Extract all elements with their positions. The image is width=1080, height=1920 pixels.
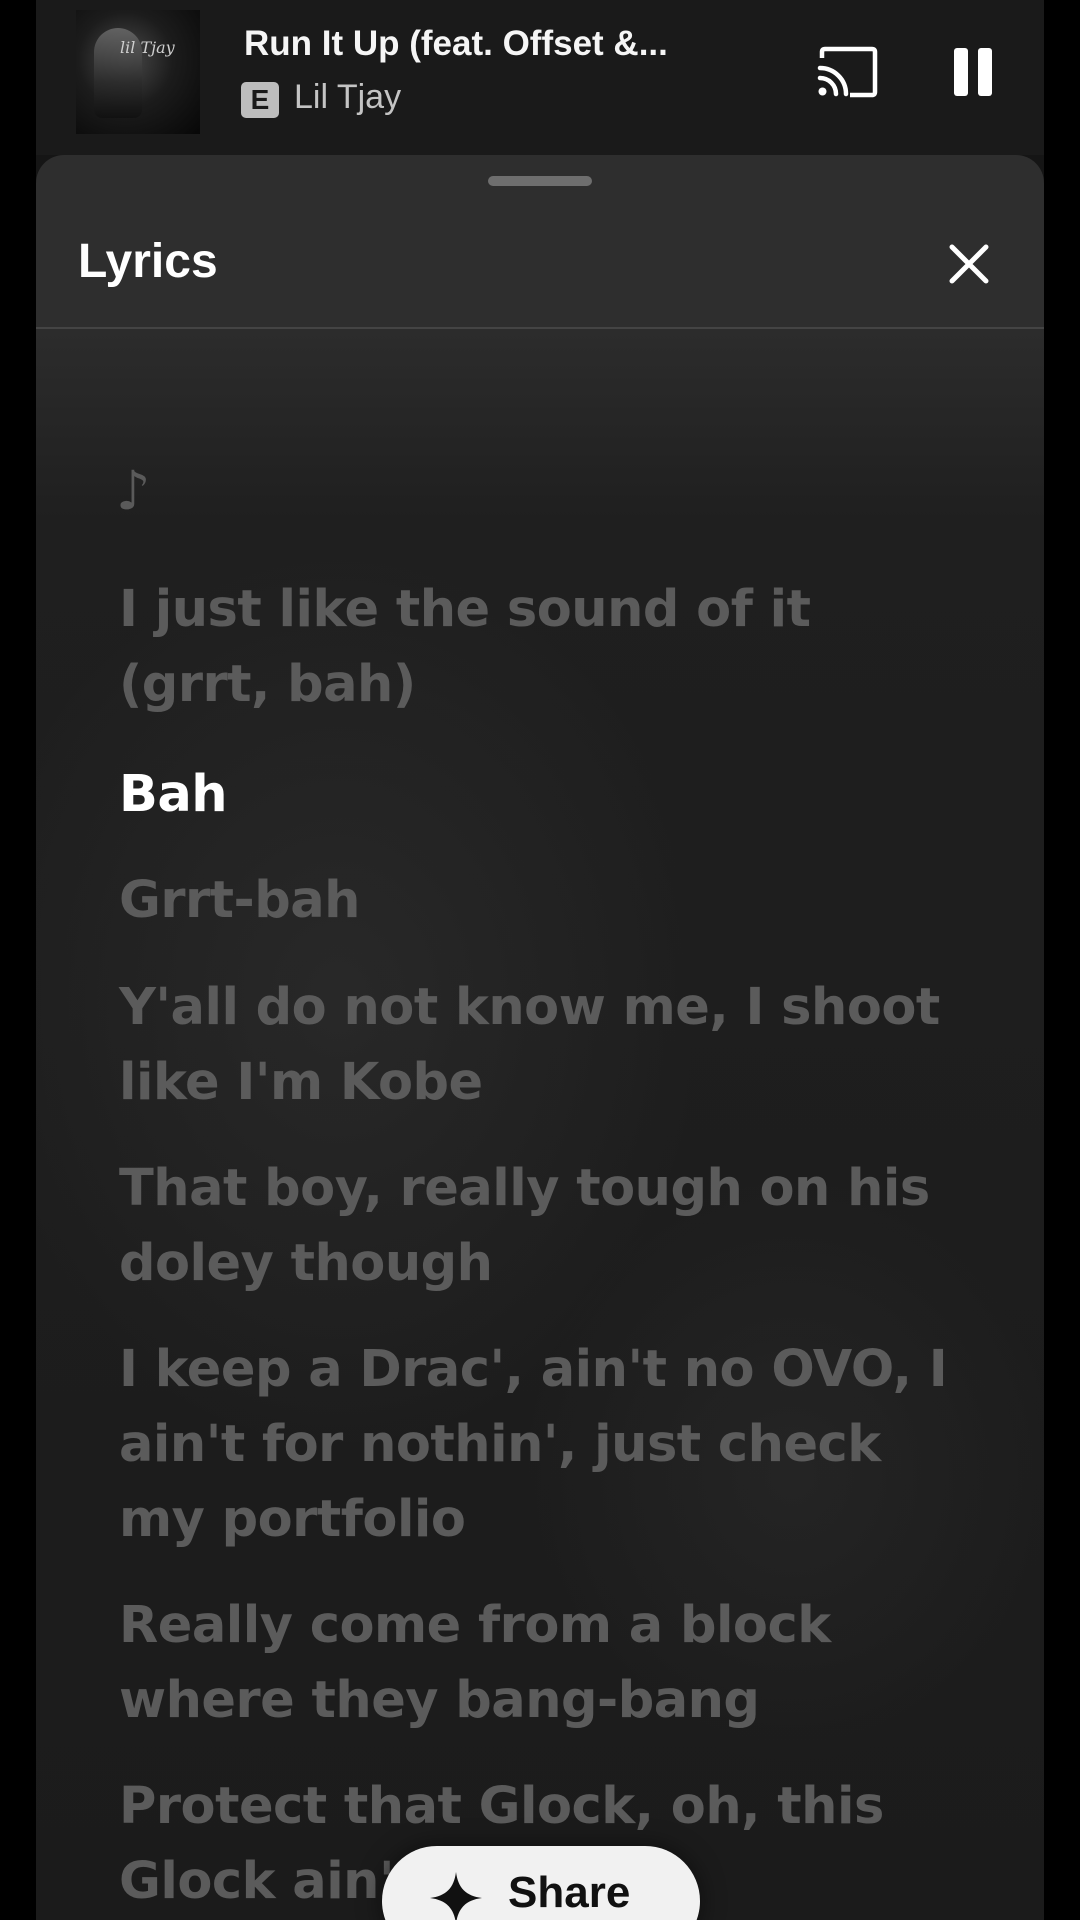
sheet-grabber-handle[interactable] <box>488 176 592 186</box>
lyrics-sheet: Lyrics ♪ I just like the sound of it (gr… <box>36 155 1044 1920</box>
album-art[interactable]: lil Tjay <box>76 10 200 134</box>
sparkle-icon <box>430 1872 482 1920</box>
mini-player[interactable]: lil Tjay Run It Up (feat. Offset &... E … <box>36 0 1044 155</box>
sheet-title: Lyrics <box>78 235 218 288</box>
app-frame: lil Tjay Run It Up (feat. Offset &... E … <box>36 0 1044 1920</box>
explicit-badge: E <box>241 82 279 118</box>
pause-button[interactable] <box>951 46 993 98</box>
close-icon <box>949 244 989 284</box>
cast-icon <box>817 46 878 98</box>
lyric-line[interactable]: I keep a Drac', ain't no OVO, I ain't fo… <box>119 1332 959 1557</box>
lyric-line[interactable]: Y'all do not know me, I shoot like I'm K… <box>119 970 959 1120</box>
lyric-line[interactable]: I just like the sound of it (grrt, bah) <box>119 572 959 722</box>
album-art-signature: lil Tjay <box>120 38 175 57</box>
lyric-line[interactable]: Grrt-bah <box>119 863 959 938</box>
lyrics-scroll-area[interactable]: ♪ I just like the sound of it (grrt, bah… <box>36 329 1044 1920</box>
lyric-line[interactable]: That boy, really tough on his doley thou… <box>119 1151 959 1301</box>
lyric-line[interactable]: Really come from a block where they bang… <box>119 1588 959 1738</box>
pause-icon-bar <box>978 48 992 96</box>
music-note-icon: ♪ <box>116 459 151 522</box>
cast-button[interactable] <box>816 46 878 98</box>
share-label: Share <box>508 1868 631 1917</box>
close-button[interactable] <box>946 241 992 287</box>
track-title[interactable]: Run It Up (feat. Offset &... <box>244 24 704 64</box>
artist-name[interactable]: Lil Tjay <box>294 78 401 117</box>
share-button[interactable]: Share <box>382 1846 700 1920</box>
pause-icon-bar <box>954 48 968 96</box>
lyric-line-active[interactable]: Bah <box>119 757 959 832</box>
